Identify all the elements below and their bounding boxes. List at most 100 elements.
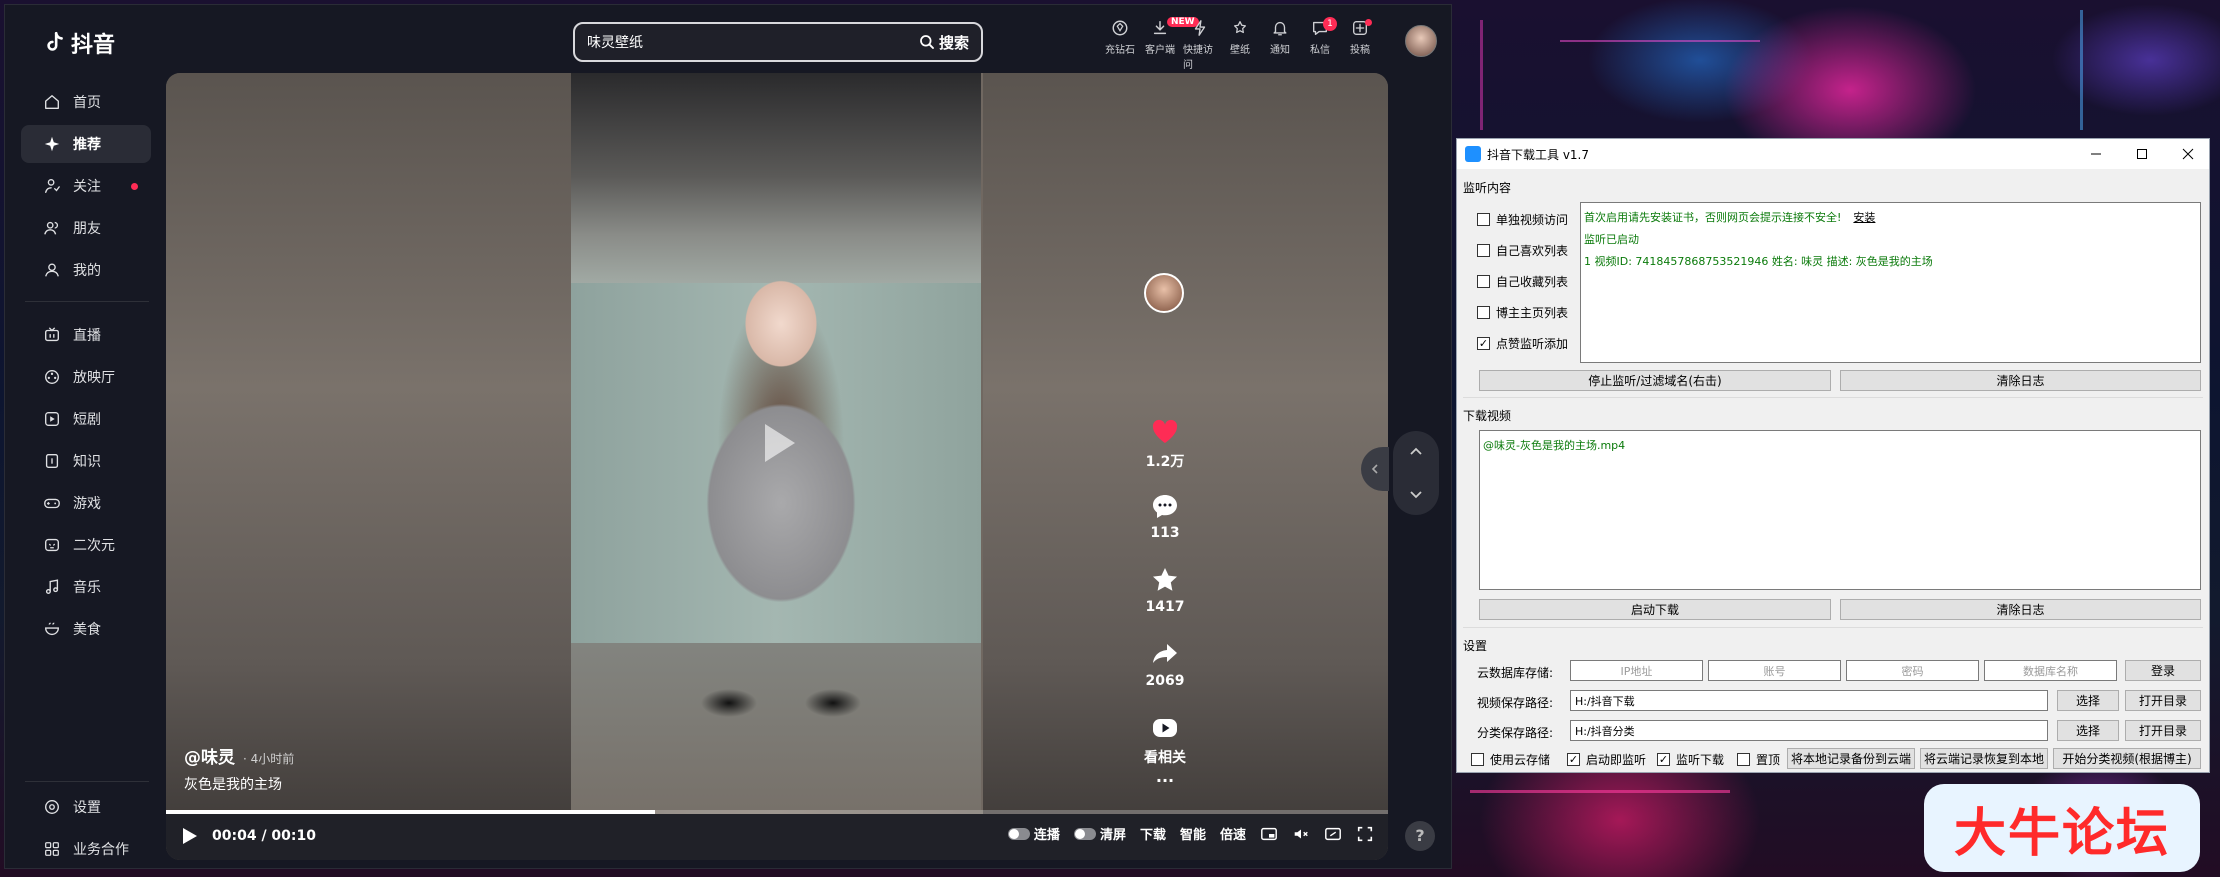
- cloud-dbname-input[interactable]: 数据库名称: [1984, 660, 2117, 681]
- class-path-input[interactable]: H:/抖音分类: [1570, 720, 2048, 741]
- web-fullscreen-icon[interactable]: [1324, 825, 1342, 843]
- top-icon-diamond[interactable]: 充钻石: [1103, 19, 1137, 71]
- sidebar-item-knowledge[interactable]: 知识: [21, 442, 151, 480]
- checkbox-auto-monitor[interactable]: ✓ 启动即监听: [1567, 751, 1646, 768]
- comment-button[interactable]: 113: [1133, 491, 1197, 541]
- stop-monitor-button[interactable]: 停止监听/过滤域名(右击): [1479, 370, 1831, 391]
- smart-button[interactable]: 智能: [1180, 824, 1206, 843]
- sidebar-item-settings[interactable]: 设置: [21, 788, 151, 826]
- sidebar-item-home[interactable]: 首页: [21, 83, 151, 121]
- checkbox-my-favorites[interactable]: 自己收藏列表: [1477, 273, 1568, 290]
- chevron-down-icon[interactable]: [1407, 485, 1425, 503]
- start-download-button[interactable]: 启动下载: [1479, 599, 1831, 620]
- download-button[interactable]: 下载: [1140, 824, 1166, 843]
- related-button[interactable]: 看相关: [1133, 713, 1197, 767]
- cloud-password-input[interactable]: 密码: [1846, 660, 1979, 681]
- sidebar-item-anime[interactable]: 二次元: [21, 526, 151, 564]
- clear-download-log-button[interactable]: 清除日志: [1840, 599, 2201, 620]
- open-class-dir-button[interactable]: 打开目录: [2125, 720, 2201, 741]
- sidebar-item-music[interactable]: 音乐: [21, 568, 151, 606]
- more-button[interactable]: ···: [1133, 771, 1197, 790]
- favorite-button[interactable]: 1417: [1133, 565, 1197, 615]
- friends-icon: [44, 221, 59, 235]
- sidebar-item-live[interactable]: 直播: [21, 316, 151, 354]
- minimize-icon: [2091, 153, 2101, 155]
- video-player[interactable]: @味灵 · 4小时前 灰色是我的主场 00:04 / 00:10 连播 清屏 下…: [166, 73, 1388, 860]
- maximize-button[interactable]: [2119, 139, 2165, 169]
- backup-to-cloud-button[interactable]: 将本地记录备份到云端: [1787, 748, 1915, 769]
- author-avatar[interactable]: [1144, 273, 1184, 313]
- douyin-logo[interactable]: 抖音: [41, 27, 115, 59]
- top-icon-client[interactable]: NEW 客户端: [1143, 17, 1199, 71]
- clear-monitor-log-button[interactable]: 清除日志: [1840, 370, 2201, 391]
- lightning-icon: [1194, 20, 1206, 36]
- video-path-input[interactable]: H:/抖音下载: [1570, 690, 2048, 711]
- sidebar-item-short-drama[interactable]: 短剧: [21, 400, 151, 438]
- like-button[interactable]: 1.2万: [1133, 417, 1197, 471]
- cloud-account-input[interactable]: 账号: [1708, 660, 1841, 681]
- sidebar-item-business[interactable]: 业务合作: [21, 830, 151, 868]
- speed-button[interactable]: 倍速: [1220, 824, 1246, 843]
- sidebar-item-label: 朋友: [73, 221, 101, 237]
- sidebar-item-label: 直播: [73, 328, 101, 344]
- checkbox-always-on-top[interactable]: 置顶: [1737, 751, 1780, 768]
- play-overlay-icon[interactable]: [749, 416, 803, 470]
- fullscreen-icon[interactable]: [1356, 825, 1374, 843]
- sidebar-item-recommend[interactable]: 推荐: [21, 125, 151, 163]
- sidebar-item-cinema[interactable]: 放映厅: [21, 358, 151, 396]
- login-button[interactable]: 登录: [2125, 660, 2201, 681]
- clear-screen-toggle[interactable]: 清屏: [1073, 824, 1126, 843]
- log-line: 1 视频ID: 7418457868753521946 姓名: 味灵 描述: 灰…: [1584, 255, 1933, 268]
- restore-from-cloud-button[interactable]: 将云端记录恢复到本地: [1920, 748, 2048, 769]
- checkbox-single-video[interactable]: 单独视频访问: [1477, 211, 1568, 228]
- play-icon[interactable]: [182, 827, 198, 845]
- checkbox-label: 使用云存储: [1490, 753, 1551, 767]
- download-log[interactable]: @味灵-灰色是我的主场.mp4: [1479, 430, 2201, 590]
- select-video-path-button[interactable]: 选择: [2057, 690, 2119, 711]
- sidebar-item-me[interactable]: 我的: [21, 251, 151, 289]
- cloud-ip-input[interactable]: IP地址: [1570, 660, 1703, 681]
- downloader-window: 抖音下载工具 v1.7 监听内容 单独视频访问 自己喜欢列表 自己收藏列表 博主…: [1456, 138, 2210, 773]
- sparkle-icon: [44, 136, 60, 152]
- search-button[interactable]: 搜索: [919, 32, 969, 53]
- top-icon-upload[interactable]: 投稿: [1343, 19, 1377, 71]
- top-icon-notify[interactable]: 通知: [1263, 19, 1297, 71]
- sidebar-item-food[interactable]: 美食: [21, 610, 151, 648]
- comment-count: 113: [1150, 525, 1180, 541]
- checkbox-like-monitor[interactable]: ✓ 点赞监听添加: [1477, 335, 1568, 352]
- top-icon-label: 私信: [1310, 45, 1330, 56]
- sidebar-item-friends[interactable]: 朋友: [21, 209, 151, 247]
- checkbox-use-cloud[interactable]: 使用云存储: [1471, 751, 1550, 768]
- close-button[interactable]: [2165, 139, 2211, 169]
- pip-icon[interactable]: [1260, 825, 1278, 843]
- share-button[interactable]: 2069: [1133, 639, 1197, 689]
- checkbox-my-likes[interactable]: 自己喜欢列表: [1477, 242, 1568, 259]
- minimize-button[interactable]: [2073, 139, 2119, 169]
- search-button-label: 搜索: [938, 33, 969, 52]
- top-icon-messages[interactable]: 1 私信: [1303, 17, 1337, 71]
- mute-icon[interactable]: [1292, 825, 1310, 843]
- sidebar-item-label: 首页: [73, 95, 101, 111]
- checkbox-box-checked: ✓: [1657, 753, 1670, 766]
- search-input[interactable]: [587, 34, 887, 50]
- monitor-log[interactable]: 首次启用请先安装证书，否则网页会提示连接不安全! 安装 监听已启动 1 视频ID:…: [1580, 202, 2201, 363]
- select-class-path-button[interactable]: 选择: [2057, 720, 2119, 741]
- open-video-dir-button[interactable]: 打开目录: [2125, 690, 2201, 711]
- checkbox-monitor-download[interactable]: ✓ 监听下载: [1657, 751, 1724, 768]
- top-icon-quick-access[interactable]: 快捷访问: [1183, 19, 1217, 71]
- sidebar-item-games[interactable]: 游戏: [21, 484, 151, 522]
- home-icon: [45, 95, 59, 109]
- classify-videos-button[interactable]: 开始分类视频(根据博主): [2053, 748, 2201, 769]
- sidebar-divider: [25, 781, 149, 782]
- checkbox-creator-page[interactable]: 博主主页列表: [1477, 304, 1568, 321]
- autoplay-toggle[interactable]: 连播: [1007, 824, 1060, 843]
- user-avatar[interactable]: [1405, 25, 1437, 57]
- sidebar-item-follow[interactable]: 关注: [21, 167, 151, 205]
- top-icon-wallpaper[interactable]: 壁纸: [1223, 19, 1257, 71]
- checkbox-box-checked: ✓: [1567, 753, 1580, 766]
- help-button[interactable]: ?: [1405, 821, 1435, 851]
- install-cert-link[interactable]: 安装: [1853, 211, 1875, 224]
- chevron-up-icon[interactable]: [1407, 443, 1425, 461]
- video-author[interactable]: @味灵: [184, 743, 235, 768]
- sidebar-item-label: 推荐: [73, 137, 101, 153]
